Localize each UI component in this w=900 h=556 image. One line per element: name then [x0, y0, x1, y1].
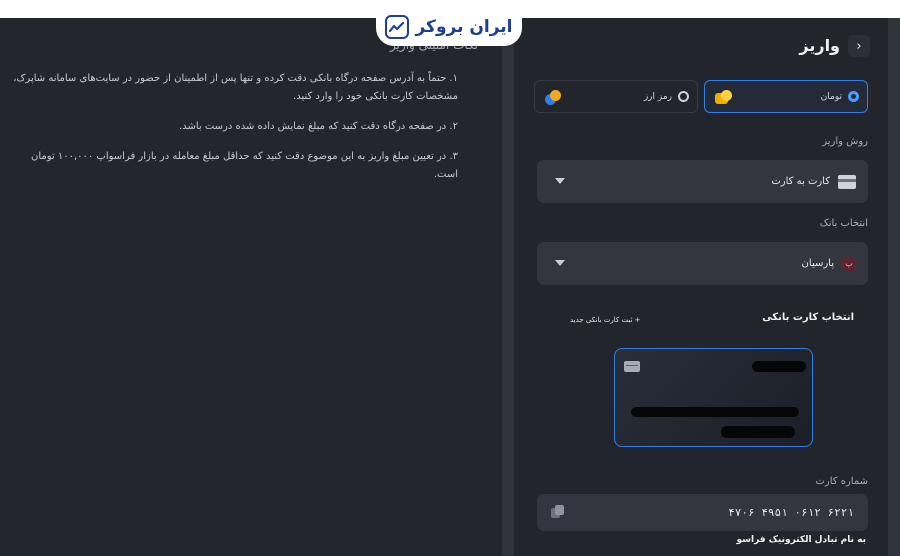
- tab-label: رمز ارز: [643, 91, 672, 102]
- redacted-field: [631, 407, 799, 417]
- cards-header: انتخاب کارت بانکی: [762, 312, 854, 323]
- deposit-panel: ‹ واریز تومان رمز ارز روش واریز کارت به …: [514, 18, 888, 556]
- crypto-coins-icon: [545, 90, 561, 105]
- bank-select[interactable]: پ پارسیان: [537, 242, 868, 285]
- chevron-down-icon: [555, 178, 565, 184]
- bank-logo-icon: پ: [842, 256, 856, 271]
- instructions-panel: نکات امنیتی واریز ۱. حتماً به آدرس صفحه …: [0, 18, 502, 556]
- add-card-link[interactable]: + ثبت کارت بانکی جدید: [570, 316, 641, 324]
- credit-card-icon: [838, 174, 856, 189]
- card-chip-icon: [624, 361, 640, 372]
- card-number: ۶۲۲۱ ۰۶۱۲ ۴۹۵۱ ۴۷۰۶: [728, 506, 854, 519]
- radio-unselected-icon: [678, 91, 689, 102]
- redacted-field: [721, 426, 795, 438]
- card-number-field: ۶۲۲۱ ۰۶۱۲ ۴۹۵۱ ۴۷۰۶: [537, 494, 868, 531]
- instruction-item: ۱. حتماً به آدرس صفحه درگاه بانکی دقت کر…: [13, 73, 458, 102]
- card-number-label: شماره کارت: [815, 476, 868, 487]
- method-select[interactable]: کارت به کارت: [537, 160, 868, 203]
- instruction-item: ۳. در تعیین مبلغ واریز به این موضوع دقت …: [30, 151, 458, 180]
- bank-label: انتخاب بانک: [819, 218, 868, 229]
- chart-trend-icon: [385, 15, 410, 39]
- currency-tabs: تومان رمز ارز: [534, 80, 868, 113]
- instruction-item: ۲. در صفحه درگاه دقت کنید که مبلغ نمایش …: [179, 121, 458, 132]
- card-owner-name: به نام تبادل الکترونیک فراسو: [736, 535, 867, 545]
- panel-divider: [502, 18, 514, 556]
- right-gutter: [888, 18, 900, 556]
- copy-icon[interactable]: [551, 505, 565, 519]
- chevron-left-icon: ‹: [856, 38, 862, 54]
- bank-card[interactable]: [614, 348, 813, 447]
- instructions-list: ۱. حتماً به آدرس صفحه درگاه بانکی دقت کر…: [8, 70, 458, 196]
- redacted-field: [752, 361, 806, 372]
- back-button[interactable]: ‹: [848, 35, 870, 57]
- tab-label: تومان: [820, 91, 842, 102]
- bank-value: پارسیان: [801, 258, 834, 269]
- chevron-down-icon: [555, 260, 565, 266]
- tab-crypto[interactable]: رمز ارز: [534, 80, 698, 113]
- toman-coins-icon: [715, 90, 732, 104]
- radio-selected-icon: [848, 91, 859, 102]
- page-title: واریز: [799, 36, 840, 55]
- tab-toman[interactable]: تومان: [704, 80, 868, 113]
- brand-name: ایران بروکر: [415, 17, 513, 37]
- method-value: کارت به کارت: [771, 176, 830, 187]
- brand-logo[interactable]: ایران بروکر: [376, 8, 522, 46]
- method-label: روش واریز: [822, 136, 868, 147]
